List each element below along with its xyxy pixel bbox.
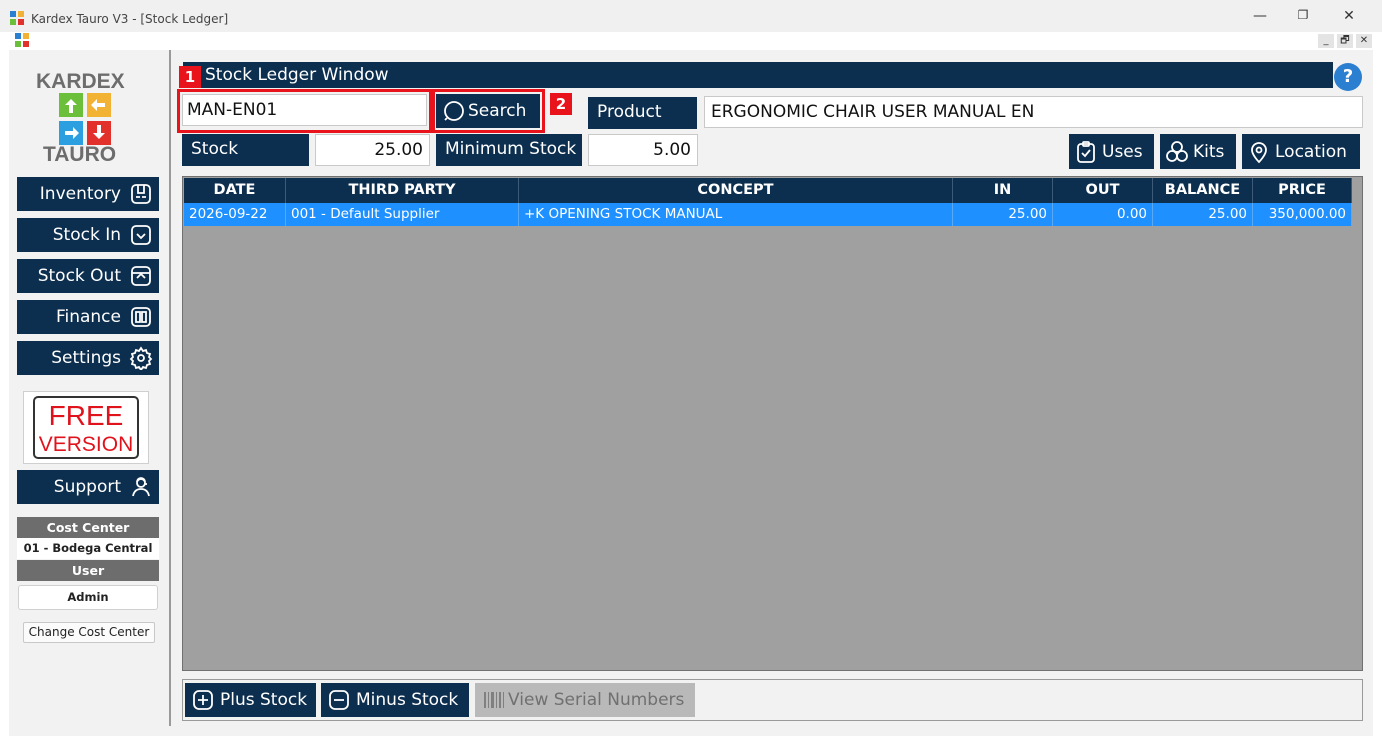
column-header-in[interactable]: IN — [953, 178, 1053, 203]
search-label: Search — [468, 101, 527, 121]
sidebar-item-label: Stock In — [52, 225, 121, 245]
plus-square-icon — [193, 690, 213, 710]
kits-label: Kits — [1193, 142, 1225, 162]
stock-in-icon — [131, 225, 151, 245]
search-icon — [444, 101, 464, 121]
right-edge — [1373, 50, 1382, 736]
ledger-table[interactable]: DATE THIRD PARTY CONCEPT IN OUT BALANCE … — [182, 176, 1363, 671]
free-version-frame: FREE VERSION — [33, 396, 139, 459]
cost-center-value: 01 - Bodega Central — [17, 538, 159, 559]
window-titlebar: Kardex Tauro V3 - [Stock Ledger] — ❐ ✕ — [0, 0, 1382, 32]
clipboard-check-icon — [1077, 141, 1095, 163]
stock-value-field: 25.00 — [315, 134, 430, 166]
book-icon — [131, 307, 151, 327]
column-header-date[interactable]: DATE — [184, 178, 286, 203]
sidebar-item-label: Settings — [51, 348, 121, 368]
cell-out: 0.00 — [1053, 203, 1153, 226]
sidebar-item-stock-in[interactable]: Stock In — [17, 218, 159, 252]
sidebar-divider — [169, 50, 171, 726]
left-edge — [0, 50, 9, 736]
product-label: Product — [588, 97, 697, 129]
user-value: Admin — [18, 585, 158, 610]
support-agent-icon — [132, 477, 150, 497]
plus-stock-label: Plus Stock — [220, 690, 308, 710]
support-label: Support — [53, 477, 121, 497]
help-button[interactable]: ? — [1334, 63, 1362, 91]
logo-mark-icon — [59, 93, 111, 145]
logo-text-bottom: TAURO — [43, 143, 117, 166]
sidebar-item-stock-out[interactable]: Stock Out — [17, 259, 159, 293]
child-window-icon — [15, 33, 29, 47]
free-text: FREE — [48, 400, 124, 431]
cell-date: 2026-09-22 — [184, 203, 286, 226]
search-button[interactable]: Search — [436, 94, 540, 128]
window-title: Kardex Tauro V3 - [Stock Ledger] — [31, 12, 229, 26]
column-header-concept[interactable]: CONCEPT — [519, 178, 953, 203]
minus-stock-button[interactable]: Minus Stock — [321, 683, 469, 717]
mdi-minimize-button[interactable]: _ — [1318, 34, 1334, 48]
kits-icon — [1166, 141, 1188, 162]
sidebar-item-label: Stock Out — [37, 266, 121, 286]
version-text: VERSION — [38, 433, 134, 456]
cell-price: 350,000.00 — [1253, 203, 1352, 226]
column-header-out[interactable]: OUT — [1053, 178, 1153, 203]
mdi-close-button[interactable]: ✕ — [1356, 34, 1372, 48]
restore-button[interactable]: ❐ — [1293, 8, 1313, 22]
location-pin-icon — [1251, 142, 1267, 164]
location-label: Location — [1275, 142, 1347, 162]
sidebar-item-label: Inventory — [39, 184, 121, 204]
product-description-field: ERGONOMIC CHAIR USER MANUAL EN — [704, 96, 1363, 128]
location-button[interactable]: Location — [1242, 134, 1360, 169]
gear-icon — [129, 346, 153, 370]
close-button[interactable]: ✕ — [1339, 8, 1359, 24]
plus-stock-button[interactable]: Plus Stock — [185, 683, 316, 717]
free-version-badge[interactable]: FREE VERSION — [23, 391, 149, 464]
user-label: User — [17, 560, 159, 581]
cost-center-label: Cost Center — [17, 517, 159, 538]
column-header-balance[interactable]: BALANCE — [1153, 178, 1253, 203]
kardex-tauro-logo: KARDEX TAURO — [30, 70, 145, 170]
kits-button[interactable]: Kits — [1160, 134, 1236, 169]
mdi-bar — [0, 32, 1382, 50]
minimize-button[interactable]: — — [1250, 8, 1270, 24]
cell-balance: 25.00 — [1153, 203, 1253, 226]
view-serial-numbers-label: View Serial Numbers — [508, 690, 685, 710]
inventory-icon — [131, 184, 151, 204]
app-icon — [10, 11, 24, 25]
product-code-input[interactable] — [182, 94, 427, 126]
uses-button[interactable]: Uses — [1069, 134, 1154, 169]
minimum-stock-field: 5.00 — [588, 134, 698, 166]
minus-stock-label: Minus Stock — [356, 690, 459, 710]
minimum-stock-label: Minimum Stock — [436, 134, 582, 166]
stock-ledger-header: Stock Ledger Window — [183, 62, 1333, 88]
sidebar-item-settings[interactable]: Settings — [17, 341, 159, 375]
uses-label: Uses — [1102, 142, 1143, 162]
mdi-restore-button[interactable]: 🗗 — [1337, 34, 1353, 48]
cell-concept: +K OPENING STOCK MANUAL — [519, 203, 953, 226]
view-serial-numbers-button[interactable]: View Serial Numbers — [475, 683, 695, 717]
stock-label: Stock — [182, 134, 309, 166]
annotation-badge-2: 2 — [550, 93, 572, 115]
sidebar-item-label: Finance — [55, 307, 121, 327]
sidebar-item-finance[interactable]: Finance — [17, 300, 159, 334]
cell-in: 25.00 — [953, 203, 1053, 226]
cell-third-party: 001 - Default Supplier — [286, 203, 519, 226]
sidebar-item-inventory[interactable]: Inventory — [17, 177, 159, 211]
column-header-third-party[interactable]: THIRD PARTY — [286, 178, 519, 203]
stock-out-icon — [131, 266, 151, 286]
logo-text-top: KARDEX — [36, 70, 125, 93]
support-button[interactable]: Support — [17, 470, 159, 504]
barcode-icon — [484, 692, 504, 708]
change-cost-center-button[interactable]: Change Cost Center — [23, 622, 155, 643]
minus-square-icon — [329, 690, 349, 710]
page-title: Stock Ledger Window — [205, 65, 389, 85]
column-header-price[interactable]: PRICE — [1253, 178, 1352, 203]
annotation-badge-1: 1 — [179, 66, 201, 88]
